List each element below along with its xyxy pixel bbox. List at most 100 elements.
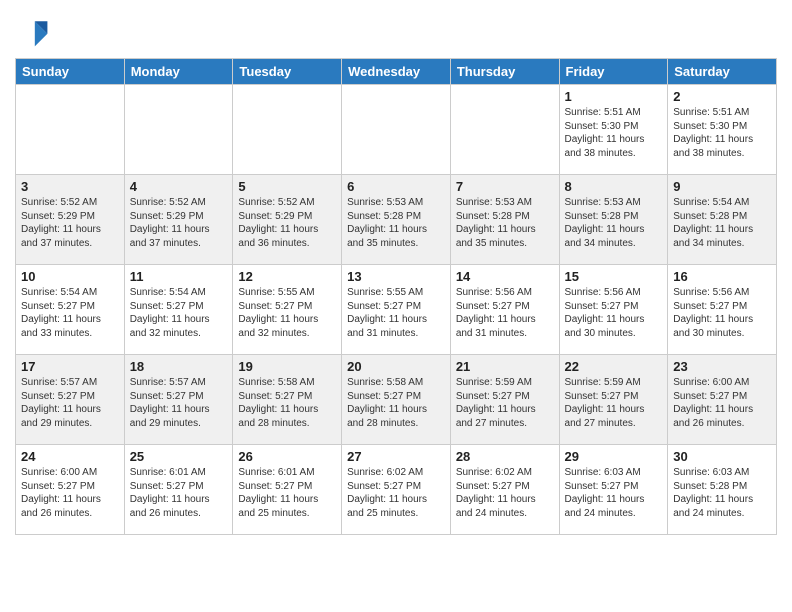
day-number: 9 [673,179,771,194]
day-number: 23 [673,359,771,374]
calendar-cell: 28 Sunrise: 6:02 AM Sunset: 5:27 PM Dayli… [450,445,559,535]
day-info: Sunrise: 6:03 AM Sunset: 5:27 PM Dayligh… [565,466,663,520]
day-number: 10 [21,269,119,284]
calendar-cell: 24 Sunrise: 6:00 AM Sunset: 5:27 PM Dayli… [16,445,125,535]
day-number: 6 [347,179,445,194]
calendar-cell [233,85,342,175]
logo-icon [15,14,51,50]
day-number: 11 [130,269,228,284]
calendar-cell: 5Sunrise: 5:52 AM Sunset: 5:29 PM Daylig… [233,175,342,265]
day-info: Sunrise: 5:53 AM Sunset: 5:28 PM Dayligh… [565,196,663,250]
weekday-header: Saturday [668,59,777,85]
day-number: 19 [238,359,336,374]
day-info: Sunrise: 6:02 AM Sunset: 5:27 PM Dayligh… [456,466,554,520]
calendar-cell: 23 Sunrise: 6:00 AM Sunset: 5:27 PM Dayli… [668,355,777,445]
day-info: Sunrise: 6:01 AM Sunset: 5:27 PM Dayligh… [130,466,228,520]
day-number: 14 [456,269,554,284]
calendar-table: SundayMondayTuesdayWednesdayThursdayFrid… [15,58,777,535]
day-info: Sunrise: 5:52 AM Sunset: 5:29 PM Dayligh… [130,196,228,250]
day-info: Sunrise: 5:53 AM Sunset: 5:28 PM Dayligh… [456,196,554,250]
calendar-cell: 21 Sunrise: 5:59 AM Sunset: 5:27 PM Dayli… [450,355,559,445]
calendar-cell: 10 Sunrise: 5:54 AM Sunset: 5:27 PM Dayli… [16,265,125,355]
day-number: 7 [456,179,554,194]
page-header [15,10,777,50]
day-info: Sunrise: 5:56 AM Sunset: 5:27 PM Dayligh… [673,286,771,340]
day-info: Sunrise: 6:03 AM Sunset: 5:28 PM Dayligh… [673,466,771,520]
day-number: 5 [238,179,336,194]
calendar-cell: 7 Sunrise: 5:53 AM Sunset: 5:28 PM Daylig… [450,175,559,265]
day-info: Sunrise: 5:58 AM Sunset: 5:27 PM Dayligh… [238,376,336,430]
calendar-cell [450,85,559,175]
calendar-cell: 19 Sunrise: 5:58 AM Sunset: 5:27 PM Dayli… [233,355,342,445]
calendar-cell: 3 Sunrise: 5:52 AM Sunset: 5:29 PM Daylig… [16,175,125,265]
calendar-cell: 12Sunrise: 5:55 AM Sunset: 5:27 PM Dayli… [233,265,342,355]
day-number: 25 [130,449,228,464]
calendar-cell: 14 Sunrise: 5:56 AM Sunset: 5:27 PM Dayli… [450,265,559,355]
calendar-cell: 25 Sunrise: 6:01 AM Sunset: 5:27 PM Dayli… [124,445,233,535]
day-info: Sunrise: 5:56 AM Sunset: 5:27 PM Dayligh… [565,286,663,340]
day-number: 20 [347,359,445,374]
day-number: 27 [347,449,445,464]
calendar-week-row: 17 Sunrise: 5:57 AM Sunset: 5:27 PM Dayli… [16,355,777,445]
calendar-week-row: 1 Sunrise: 5:51 AM Sunset: 5:30 PM Daylig… [16,85,777,175]
day-info: Sunrise: 5:59 AM Sunset: 5:27 PM Dayligh… [456,376,554,430]
day-info: Sunrise: 5:53 AM Sunset: 5:28 PM Dayligh… [347,196,445,250]
calendar-cell: 20 Sunrise: 5:58 AM Sunset: 5:27 PM Dayli… [342,355,451,445]
weekday-header: Wednesday [342,59,451,85]
day-number: 2 [673,89,771,104]
day-info: Sunrise: 5:55 AM Sunset: 5:27 PM Dayligh… [238,286,336,340]
calendar-cell: 1 Sunrise: 5:51 AM Sunset: 5:30 PM Daylig… [559,85,668,175]
day-info: Sunrise: 5:57 AM Sunset: 5:27 PM Dayligh… [21,376,119,430]
day-info: Sunrise: 5:56 AM Sunset: 5:27 PM Dayligh… [456,286,554,340]
weekday-header: Monday [124,59,233,85]
day-info: Sunrise: 6:02 AM Sunset: 5:27 PM Dayligh… [347,466,445,520]
calendar-week-row: 3 Sunrise: 5:52 AM Sunset: 5:29 PM Daylig… [16,175,777,265]
day-info: Sunrise: 5:57 AM Sunset: 5:27 PM Dayligh… [130,376,228,430]
calendar-cell: 29Sunrise: 6:03 AM Sunset: 5:27 PM Dayli… [559,445,668,535]
calendar-cell: 4Sunrise: 5:52 AM Sunset: 5:29 PM Daylig… [124,175,233,265]
day-info: Sunrise: 5:58 AM Sunset: 5:27 PM Dayligh… [347,376,445,430]
weekday-header: Friday [559,59,668,85]
day-info: Sunrise: 5:54 AM Sunset: 5:27 PM Dayligh… [130,286,228,340]
day-number: 21 [456,359,554,374]
calendar-cell: 15Sunrise: 5:56 AM Sunset: 5:27 PM Dayli… [559,265,668,355]
calendar-cell [16,85,125,175]
calendar-cell: 8 Sunrise: 5:53 AM Sunset: 5:28 PM Daylig… [559,175,668,265]
weekday-header: Thursday [450,59,559,85]
day-info: Sunrise: 5:52 AM Sunset: 5:29 PM Dayligh… [21,196,119,250]
day-number: 13 [347,269,445,284]
day-info: Sunrise: 5:54 AM Sunset: 5:28 PM Dayligh… [673,196,771,250]
day-info: Sunrise: 5:59 AM Sunset: 5:27 PM Dayligh… [565,376,663,430]
day-number: 1 [565,89,663,104]
calendar-cell: 26 Sunrise: 6:01 AM Sunset: 5:27 PM Dayli… [233,445,342,535]
day-info: Sunrise: 6:00 AM Sunset: 5:27 PM Dayligh… [673,376,771,430]
day-info: Sunrise: 5:54 AM Sunset: 5:27 PM Dayligh… [21,286,119,340]
calendar-cell [342,85,451,175]
day-number: 30 [673,449,771,464]
day-number: 24 [21,449,119,464]
day-info: Sunrise: 5:51 AM Sunset: 5:30 PM Dayligh… [565,106,663,160]
calendar-cell: 16 Sunrise: 5:56 AM Sunset: 5:27 PM Dayli… [668,265,777,355]
day-number: 8 [565,179,663,194]
day-number: 22 [565,359,663,374]
day-info: Sunrise: 6:00 AM Sunset: 5:27 PM Dayligh… [21,466,119,520]
day-info: Sunrise: 6:01 AM Sunset: 5:27 PM Dayligh… [238,466,336,520]
day-number: 3 [21,179,119,194]
logo [15,14,55,50]
calendar-cell: 6 Sunrise: 5:53 AM Sunset: 5:28 PM Daylig… [342,175,451,265]
day-number: 26 [238,449,336,464]
calendar-week-row: 24 Sunrise: 6:00 AM Sunset: 5:27 PM Dayli… [16,445,777,535]
calendar-cell: 2Sunrise: 5:51 AM Sunset: 5:30 PM Daylig… [668,85,777,175]
calendar-cell: 9 Sunrise: 5:54 AM Sunset: 5:28 PM Daylig… [668,175,777,265]
weekday-header-row: SundayMondayTuesdayWednesdayThursdayFrid… [16,59,777,85]
day-number: 18 [130,359,228,374]
calendar-cell: 27 Sunrise: 6:02 AM Sunset: 5:27 PM Dayli… [342,445,451,535]
day-number: 17 [21,359,119,374]
weekday-header: Sunday [16,59,125,85]
calendar-cell: 17 Sunrise: 5:57 AM Sunset: 5:27 PM Dayli… [16,355,125,445]
day-info: Sunrise: 5:55 AM Sunset: 5:27 PM Dayligh… [347,286,445,340]
day-number: 16 [673,269,771,284]
calendar-cell: 22 Sunrise: 5:59 AM Sunset: 5:27 PM Dayli… [559,355,668,445]
day-number: 28 [456,449,554,464]
calendar-cell: 30 Sunrise: 6:03 AM Sunset: 5:28 PM Dayli… [668,445,777,535]
